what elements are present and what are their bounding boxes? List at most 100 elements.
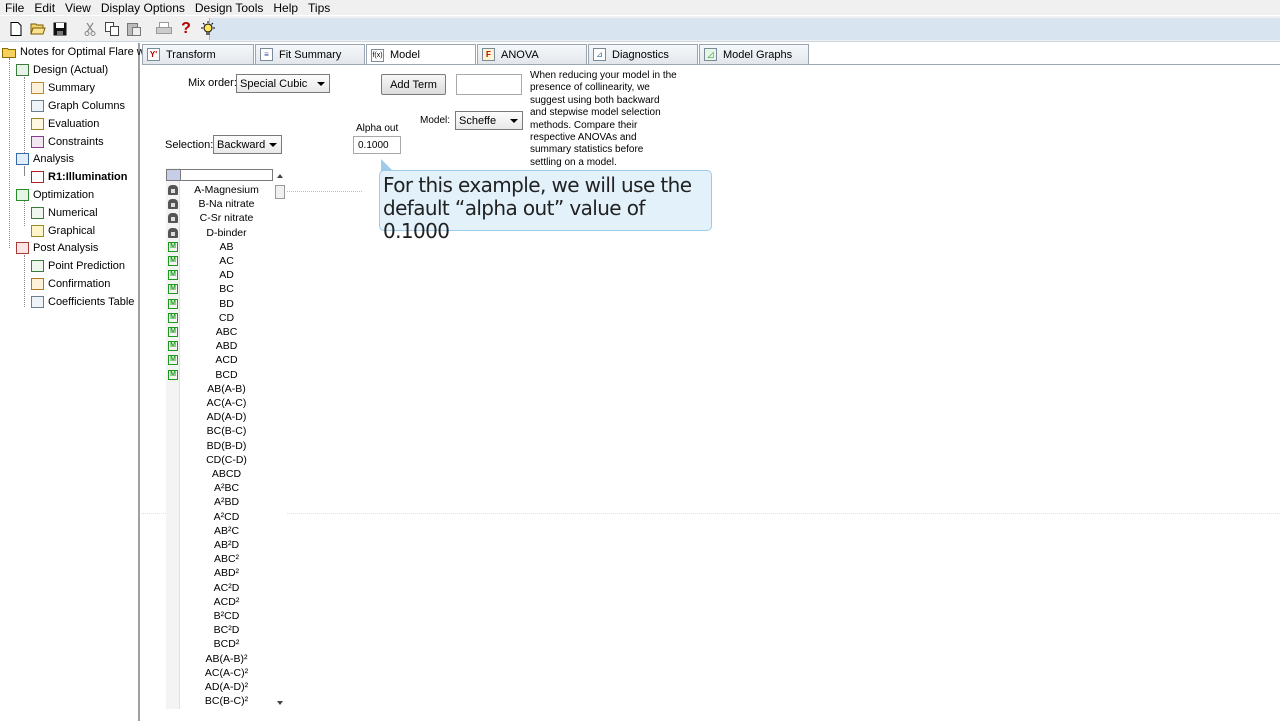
term-row[interactable]: M ABD (166, 339, 273, 353)
term-list-scrollbar[interactable] (274, 168, 286, 709)
tab-anova[interactable]: F ANOVA (477, 44, 587, 64)
tab-transform[interactable]: Y' Transform (142, 44, 254, 64)
term-row[interactable]: C-Sr nitrate (166, 211, 273, 225)
model-term-icon[interactable]: M (168, 312, 178, 323)
menu-file[interactable]: File (0, 1, 29, 15)
model-term-icon[interactable]: M (168, 256, 178, 266)
tree-item-response[interactable]: R1:Illumination (31, 169, 127, 185)
model-term-icon[interactable]: M (168, 270, 178, 281)
term-row[interactable]: AB²C (166, 524, 273, 538)
term-row[interactable]: A-Magnesium (166, 183, 273, 197)
term-row[interactable]: M BCD (166, 368, 273, 382)
selection-select[interactable]: Backward (213, 135, 282, 154)
scroll-thumb[interactable] (275, 185, 285, 199)
menu-view[interactable]: View (60, 1, 96, 15)
mix-order-select[interactable]: Special Cubic (236, 74, 330, 93)
menu-edit[interactable]: Edit (29, 1, 60, 15)
new-file-icon[interactable] (6, 19, 26, 39)
open-folder-icon[interactable] (28, 19, 48, 39)
lock-icon[interactable] (168, 199, 178, 210)
help-icon[interactable]: ? (176, 19, 196, 39)
term-row[interactable]: D-binder (166, 226, 273, 240)
copy-icon[interactable] (102, 19, 122, 39)
term-row[interactable]: M ACD (166, 353, 273, 367)
lock-icon[interactable] (168, 213, 178, 224)
term-row[interactable]: M BC (166, 282, 273, 296)
model-term-icon[interactable]: M (168, 241, 178, 252)
save-icon[interactable] (50, 19, 70, 39)
tip-bulb-icon[interactable] (198, 19, 218, 39)
tree-item-coefficients-table[interactable]: Coefficients Table (31, 294, 134, 310)
menu-tips[interactable]: Tips (303, 1, 335, 15)
model-term-icon[interactable]: M (168, 341, 178, 352)
term-row[interactable]: AD(A-D) (166, 410, 273, 424)
term-row[interactable]: M AD (166, 268, 273, 282)
term-row[interactable]: BC²D (166, 623, 273, 637)
menu-design-tools[interactable]: Design Tools (190, 1, 268, 15)
term-row[interactable]: AC²D (166, 581, 273, 595)
add-term-input[interactable] (456, 74, 522, 95)
print-icon[interactable] (154, 19, 174, 39)
term-row[interactable]: M AB (166, 240, 273, 254)
term-row[interactable]: M CD (166, 311, 273, 325)
term-row[interactable]: A²BD (166, 495, 273, 509)
term-row[interactable]: ABD² (166, 566, 273, 580)
term-row[interactable]: M AC (166, 254, 273, 268)
term-row[interactable]: ABCD (166, 467, 273, 481)
tree-item-optimization[interactable]: Optimization (16, 187, 94, 203)
term-row[interactable]: AB(A-B)² (166, 652, 273, 666)
tab-diagnostics[interactable]: ⊿ Diagnostics (588, 44, 698, 64)
menu-help[interactable]: Help (268, 1, 303, 15)
cut-icon[interactable] (80, 19, 100, 39)
tree-item-point-prediction[interactable]: Point Prediction (31, 258, 125, 274)
model-select[interactable]: Scheffe (455, 111, 523, 130)
alpha-out-input[interactable]: 0.1000 (353, 136, 401, 154)
term-row[interactable]: CD(C-D) (166, 453, 273, 467)
tree-item-numerical[interactable]: Numerical (31, 205, 98, 221)
tree-item-summary[interactable]: Summary (31, 80, 95, 96)
add-term-button[interactable]: Add Term (381, 74, 446, 95)
term-row[interactable]: B²CD (166, 609, 273, 623)
model-term-icon[interactable]: M (168, 327, 178, 337)
tree-item-graph-columns[interactable]: Graph Columns (31, 98, 125, 114)
term-row[interactable]: AC(A-C)² (166, 666, 273, 680)
term-row[interactable]: B-Na nitrate (166, 197, 273, 211)
tab-model[interactable]: f(x) Model (366, 44, 476, 65)
scroll-down-icon[interactable] (277, 701, 283, 705)
term-row[interactable]: ABC² (166, 552, 273, 566)
tree-item-graphical[interactable]: Graphical (31, 223, 95, 239)
tree-item-analysis[interactable]: Analysis (16, 151, 74, 167)
model-term-icon[interactable]: M (168, 298, 178, 309)
tree-item-constraints[interactable]: Constraints (31, 134, 104, 150)
tree-item-evaluation[interactable]: Evaluation (31, 116, 99, 132)
tab-model-graphs[interactable]: ◿ Model Graphs (699, 44, 809, 64)
term-row[interactable]: AC(A-C) (166, 396, 273, 410)
model-term-icon[interactable]: M (168, 369, 178, 380)
term-row[interactable]: BD(B-D) (166, 439, 273, 453)
paste-icon[interactable] (124, 19, 144, 39)
term-row[interactable]: M ABC (166, 325, 273, 339)
tree-item-confirmation[interactable]: Confirmation (31, 276, 110, 292)
tree-root[interactable]: Notes for Optimal Flare wit (2, 44, 150, 60)
term-row[interactable]: BCD² (166, 637, 273, 651)
tree-item-post-analysis[interactable]: Post Analysis (16, 240, 98, 256)
term-label: AC(A-C)² (204, 666, 249, 679)
menu-display-options[interactable]: Display Options (96, 1, 190, 15)
term-row[interactable]: AB²D (166, 538, 273, 552)
tree-item-design[interactable]: Design (Actual) (16, 62, 108, 78)
term-row[interactable]: M BD (166, 297, 273, 311)
lock-icon[interactable] (168, 185, 178, 195)
lock-icon[interactable] (168, 227, 178, 238)
model-term-icon[interactable]: M (168, 284, 178, 295)
model-term-icon[interactable]: M (168, 355, 178, 366)
term-row[interactable]: AD(A-D)² (166, 680, 273, 694)
term-row[interactable]: AB(A-B) (166, 382, 273, 396)
tab-fit-summary[interactable]: ≡ Fit Summary (255, 44, 365, 64)
term-row[interactable]: BC(B-C)² (166, 694, 273, 708)
term-row[interactable]: BC(B-C) (166, 424, 273, 438)
term-row[interactable]: ACD² (166, 595, 273, 609)
term-row[interactable]: A²BC (166, 481, 273, 495)
model-terms-list[interactable]: A-Magnesium B-Na nitrate C-Sr nitrate D-bin… (166, 168, 286, 709)
scroll-up-icon[interactable] (277, 174, 283, 178)
term-row[interactable]: A²CD (166, 510, 273, 524)
